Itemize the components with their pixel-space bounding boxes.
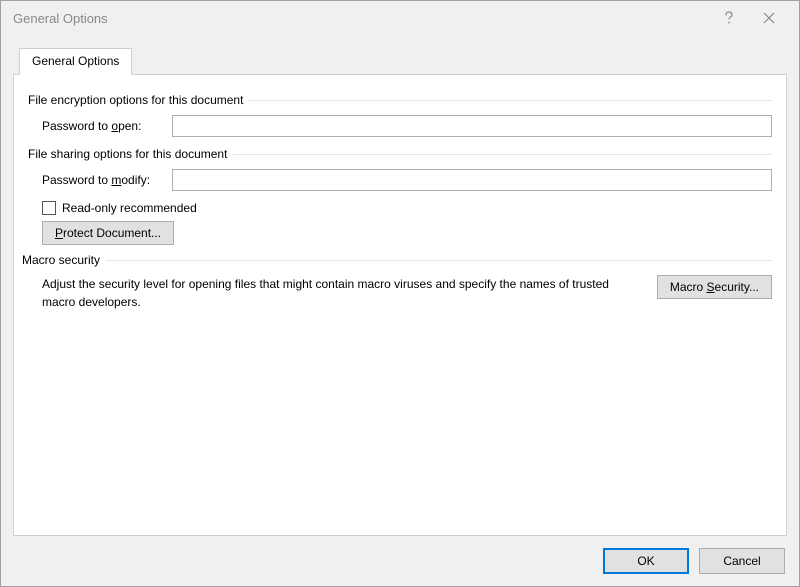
readonly-row[interactable]: Read-only recommended	[42, 201, 772, 215]
group-sharing-header: File sharing options for this document	[28, 147, 772, 161]
group-sharing-label: File sharing options for this document	[28, 147, 227, 161]
group-encryption-label: File encryption options for this documen…	[28, 93, 243, 107]
titlebar: General Options	[1, 1, 799, 35]
close-button[interactable]	[749, 3, 789, 33]
help-icon	[723, 11, 735, 25]
help-button[interactable]	[709, 3, 749, 33]
macro-security-button[interactable]: Macro Security...	[657, 275, 772, 299]
divider	[249, 100, 772, 101]
dialog-footer: OK Cancel	[1, 536, 799, 586]
password-open-label: Password to open:	[42, 119, 172, 133]
password-open-input[interactable]	[172, 115, 772, 137]
tab-general-options[interactable]: General Options	[19, 48, 132, 75]
divider	[106, 260, 772, 261]
readonly-checkbox[interactable]	[42, 201, 56, 215]
group-macro-label: Macro security	[22, 253, 100, 267]
password-open-row: Password to open:	[42, 115, 772, 137]
general-options-dialog: General Options General Options File enc…	[0, 0, 800, 587]
readonly-label: Read-only recommended	[62, 201, 197, 215]
group-encryption-header: File encryption options for this documen…	[28, 93, 772, 107]
window-title: General Options	[13, 11, 709, 26]
close-icon	[763, 12, 775, 24]
macro-description: Adjust the security level for opening fi…	[42, 275, 637, 311]
cancel-button[interactable]: Cancel	[699, 548, 785, 574]
protect-document-button[interactable]: Protect Document...	[42, 221, 174, 245]
protect-document-row: Protect Document...	[42, 221, 772, 245]
ok-button[interactable]: OK	[603, 548, 689, 574]
password-modify-row: Password to modify:	[42, 169, 772, 191]
divider	[233, 154, 772, 155]
client-area: General Options File encryption options …	[1, 35, 799, 536]
password-modify-label: Password to modify:	[42, 173, 172, 187]
tab-strip: General Options	[13, 47, 787, 74]
tab-panel: File encryption options for this documen…	[13, 74, 787, 536]
password-modify-input[interactable]	[172, 169, 772, 191]
macro-row: Adjust the security level for opening fi…	[42, 275, 772, 311]
group-macro-header: Macro security	[22, 253, 772, 267]
